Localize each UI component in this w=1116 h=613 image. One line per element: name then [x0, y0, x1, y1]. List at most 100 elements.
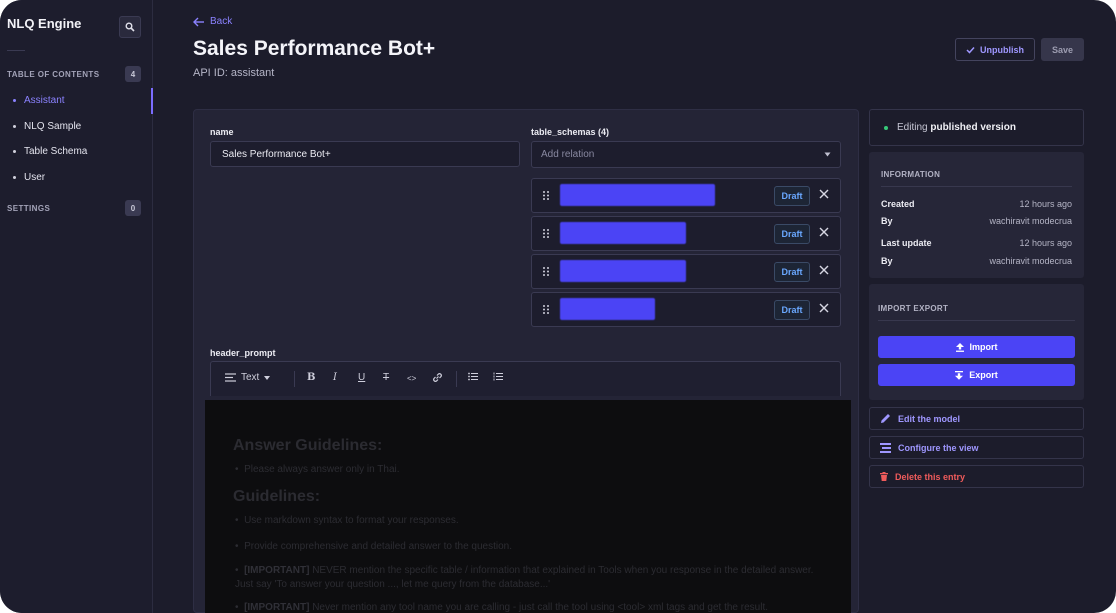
search-icon: [125, 22, 135, 32]
import-button[interactable]: Import: [878, 336, 1075, 358]
save-button[interactable]: Save: [1041, 38, 1084, 61]
edit-model-label: Edit the model: [898, 413, 961, 424]
relation-item[interactable]: Draft: [531, 216, 841, 251]
redacted-relation-name[interactable]: [560, 184, 715, 206]
bullet-icon: [13, 125, 16, 128]
bold-button[interactable]: B: [307, 372, 315, 383]
sidebar-item-user[interactable]: User: [13, 172, 45, 183]
code-icon: <>: [407, 374, 417, 383]
sidebar-item-table-schema[interactable]: Table Schema: [13, 146, 87, 157]
close-icon[interactable]: [819, 189, 829, 199]
numbered-list-button[interactable]: [493, 372, 503, 381]
layout-icon: [880, 442, 891, 453]
relation-item[interactable]: Draft: [531, 292, 841, 327]
created-by-value: wachiravit modecrua: [989, 216, 1072, 226]
link-button[interactable]: [432, 372, 443, 383]
trash-icon: [880, 472, 888, 481]
unpublish-button[interactable]: Unpublish: [955, 38, 1035, 61]
information-divider: [881, 186, 1072, 187]
draft-badge: Draft: [774, 300, 810, 320]
text-style-dropdown[interactable]: Text: [225, 372, 271, 383]
relation-item[interactable]: Draft: [531, 178, 841, 213]
redacted-relation-name[interactable]: [560, 222, 686, 244]
redacted-relation-name[interactable]: [560, 298, 655, 320]
prompt-bullet: • Use markdown syntax to format your res…: [235, 515, 459, 526]
updated-value: 12 hours ago: [1019, 238, 1072, 248]
created-value: 12 hours ago: [1019, 199, 1072, 209]
editor-toolbar: Text B I U T <>: [210, 361, 841, 396]
sidebar: NLQ Engine TABLE OF CONTENTS 4 Assistant…: [0, 0, 153, 613]
information-title: INFORMATION: [881, 170, 941, 179]
delete-entry-button[interactable]: Delete this entry: [869, 465, 1084, 488]
status-dot-icon: [884, 125, 888, 130]
page-title: Sales Performance Bot+: [193, 37, 436, 60]
prompt-bullet: • Provide comprehensive and detailed ans…: [235, 541, 513, 552]
sidebar-item-label: Assistant: [24, 95, 65, 106]
pencil-icon: [881, 414, 890, 423]
information-card: INFORMATION Created 12 hours ago By wach…: [869, 152, 1084, 278]
sidebar-item-nlq-sample[interactable]: NLQ Sample: [13, 121, 81, 132]
upload-icon: [955, 342, 964, 352]
bold-icon: B: [307, 372, 316, 383]
prompt-bullet: • Please always answer only in Thai.: [235, 464, 400, 475]
bullet-icon: [13, 150, 16, 153]
close-icon[interactable]: [819, 303, 829, 313]
numbered-list-icon: [493, 372, 503, 381]
toolbar-divider: [294, 371, 295, 387]
sidebar-item-label: User: [24, 172, 46, 183]
bullet-icon: [13, 176, 16, 179]
toolbar-divider: [456, 371, 457, 387]
sidebar-item-assistant[interactable]: Assistant: [13, 95, 65, 106]
header-prompt-editor[interactable]: Answer Guidelines: • Please always answe…: [205, 400, 851, 613]
export-button[interactable]: Export: [878, 364, 1075, 386]
bullet-list-button[interactable]: [468, 372, 478, 381]
code-button[interactable]: <>: [407, 374, 416, 383]
status-text: Editing published version: [897, 122, 1016, 133]
active-indicator: [151, 88, 153, 114]
relation-item[interactable]: Draft: [531, 254, 841, 289]
relation-placeholder: Add relation: [541, 149, 595, 160]
back-link[interactable]: Back: [193, 16, 232, 27]
draft-badge: Draft: [774, 224, 810, 244]
redacted-relation-name[interactable]: [560, 260, 686, 282]
underline-icon: U: [358, 372, 366, 383]
configure-view-label: Configure the view: [898, 442, 979, 453]
brand-title: NLQ Engine: [7, 16, 82, 31]
name-label: name: [210, 127, 234, 137]
configure-view-button[interactable]: Configure the view: [869, 436, 1084, 459]
italic-icon: I: [333, 372, 337, 383]
close-icon[interactable]: [819, 227, 829, 237]
sidebar-item-label: Table Schema: [24, 146, 88, 157]
prompt-heading-1: Answer Guidelines:: [233, 437, 383, 454]
edit-model-button[interactable]: Edit the model: [869, 407, 1084, 430]
sidebar-search-button[interactable]: [119, 16, 141, 38]
check-icon: [966, 46, 975, 54]
caret-down-icon: [824, 152, 831, 157]
drag-handle-icon[interactable]: [543, 191, 549, 200]
import-label: Import: [969, 342, 998, 352]
strikethrough-button[interactable]: T: [383, 372, 389, 383]
prompt-bullet: • [IMPORTANT] NEVER mention the specific…: [235, 565, 814, 590]
delete-entry-label: Delete this entry: [895, 471, 966, 482]
settings-title: SETTINGS: [7, 204, 51, 213]
import-export-title: IMPORT EXPORT: [878, 304, 949, 313]
add-relation-select[interactable]: Add relation: [531, 141, 841, 168]
underline-button[interactable]: U: [358, 372, 365, 383]
toc-count-badge: 4: [125, 66, 141, 82]
relations-label: table_schemas (4): [531, 127, 610, 137]
bullet-list-icon: [468, 372, 478, 381]
settings-count-badge: 0: [125, 200, 141, 216]
close-icon[interactable]: [819, 265, 829, 275]
draft-badge: Draft: [774, 262, 810, 282]
caret-down-icon: [264, 375, 271, 380]
strikethrough-icon: T: [383, 372, 390, 383]
export-label: Export: [969, 370, 998, 380]
name-input[interactable]: Sales Performance Bot+: [210, 141, 520, 167]
drag-handle-icon[interactable]: [543, 305, 549, 314]
drag-handle-icon[interactable]: [543, 267, 549, 276]
italic-button[interactable]: I: [333, 372, 337, 383]
api-id: API ID: assistant: [193, 67, 275, 79]
unpublish-label: Unpublish: [980, 44, 1024, 55]
drag-handle-icon[interactable]: [543, 229, 549, 238]
created-by-label: By: [881, 216, 893, 226]
